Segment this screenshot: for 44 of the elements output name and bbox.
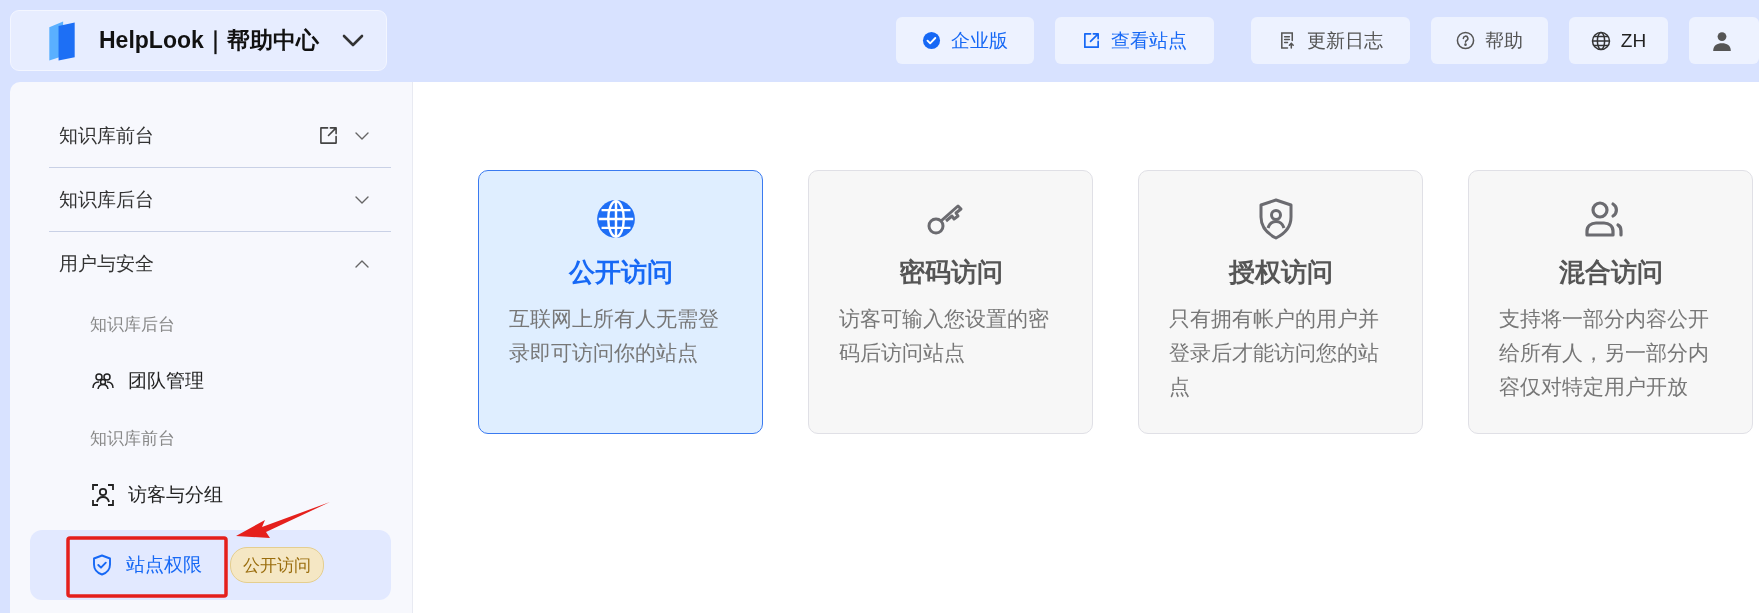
- card-title: 密码访问: [898, 256, 1003, 289]
- status-badge: 公开访问: [230, 547, 324, 583]
- chevron-up-icon: [355, 260, 369, 268]
- logo-icon: [47, 19, 77, 62]
- user-icon: [1711, 29, 1733, 52]
- card-title: 公开访问: [568, 256, 673, 289]
- sidebar-item[interactable]: 访客与分组: [92, 476, 227, 514]
- shield-person-icon: [1257, 197, 1294, 241]
- check-circle-icon: [922, 31, 941, 50]
- sidebar-section[interactable]: 用户与安全: [49, 232, 391, 296]
- card-description: 互联网上所有人无需登录即可访问你的站点: [509, 306, 720, 366]
- team-icon: [92, 372, 114, 390]
- help-icon: [1456, 31, 1475, 50]
- sidebar-section[interactable]: 知识库前台: [49, 104, 391, 168]
- card-description: 支持将一部分内容公开给所有人，另一部分内容仅对特定用户开放: [1499, 306, 1710, 400]
- external-link-icon: [1082, 31, 1101, 50]
- header-button[interactable]: 帮助: [1431, 17, 1548, 64]
- sidebar-item[interactable]: 站点权限: [92, 546, 206, 584]
- header-button[interactable]: 更新日志: [1251, 17, 1410, 64]
- card-title: 混合访问: [1558, 256, 1663, 289]
- globe-icon: [595, 197, 636, 241]
- document-icon: [1278, 31, 1297, 50]
- globe-icon: [1590, 30, 1611, 51]
- chevron-down-icon: [355, 131, 369, 140]
- access-mode-card[interactable]: 密码访问 访客可输入您设置的密码后访问站点: [808, 170, 1093, 434]
- access-mode-card[interactable]: 授权访问 只有拥有帐户的用户并登录后才能访问您的站点: [1138, 170, 1423, 434]
- brand-title: HelpLook｜帮助中心: [99, 26, 320, 56]
- sidebar-section[interactable]: 知识库后台: [49, 168, 391, 232]
- language-button[interactable]: ZH: [1569, 17, 1668, 64]
- group-label: 知识库前台: [89, 427, 176, 450]
- header-button[interactable]: 查看站点: [1055, 17, 1214, 64]
- card-title: 授权访问: [1228, 256, 1333, 289]
- chevron-down-icon: [355, 195, 369, 204]
- card-description: 访客可输入您设置的密码后访问站点: [839, 306, 1050, 366]
- header-button[interactable]: 企业版: [896, 17, 1034, 64]
- card-description: 只有拥有帐户的用户并登录后才能访问您的站点: [1169, 306, 1380, 400]
- shield-check-icon: [92, 554, 112, 576]
- person-frame-icon: [92, 484, 114, 506]
- account-button[interactable]: [1689, 17, 1759, 64]
- group-label: 知识库后台: [89, 313, 176, 336]
- access-mode-card[interactable]: 混合访问 支持将一部分内容公开给所有人，另一部分内容仅对特定用户开放: [1468, 170, 1753, 434]
- sidebar-item[interactable]: 团队管理: [92, 362, 208, 400]
- access-mode-card[interactable]: 公开访问 互联网上所有人无需登录即可访问你的站点: [478, 170, 763, 434]
- chevron-down-icon: [342, 33, 364, 48]
